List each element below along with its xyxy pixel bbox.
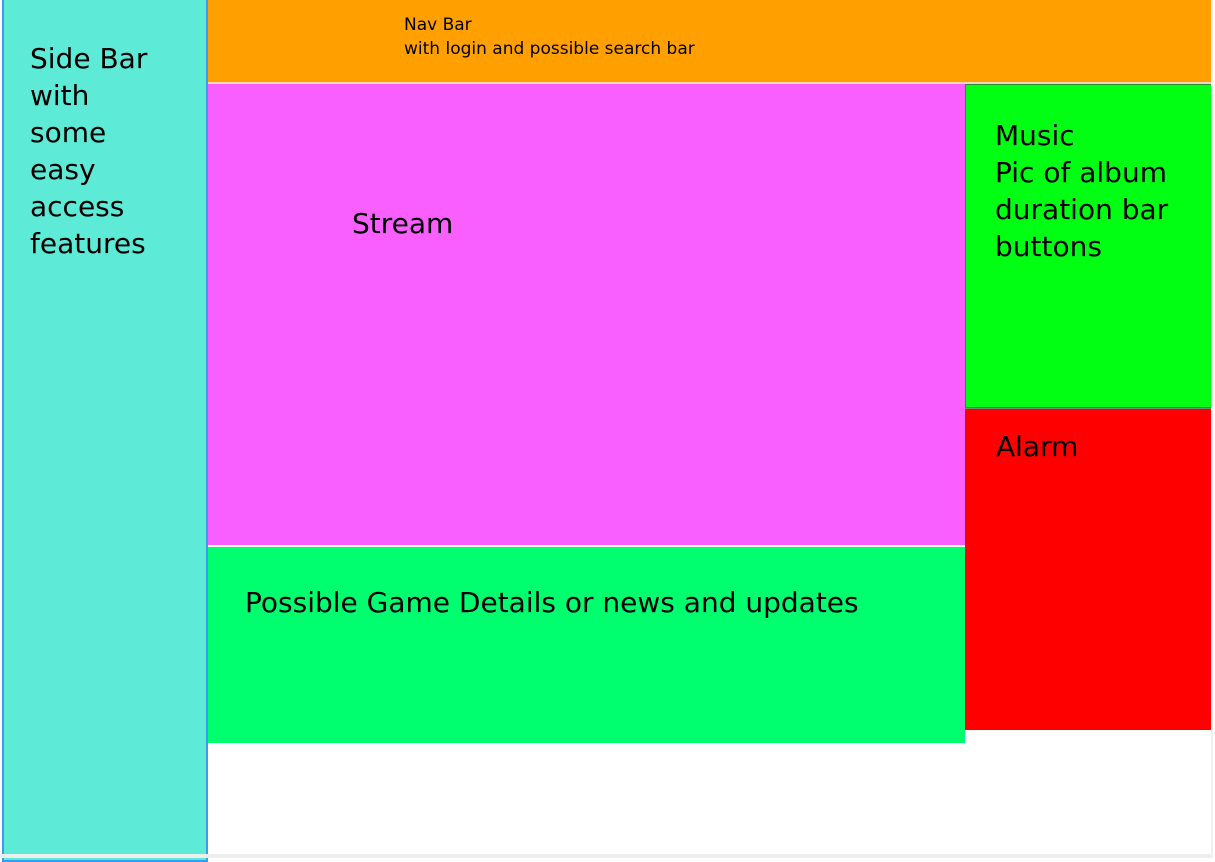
alarm-label: Alarm: [996, 430, 1079, 463]
navbar-region: Nav Bar with login and possible search b…: [208, 0, 1212, 83]
navbar-label: Nav Bar with login and possible search b…: [404, 13, 695, 61]
navbar-label-subtitle: with login and possible search bar: [404, 39, 695, 59]
stream-region: Stream: [208, 84, 965, 545]
alarm-region: Alarm: [965, 408, 1212, 730]
sidebar-label-line: with: [30, 79, 90, 112]
stream-label: Stream: [352, 207, 454, 240]
music-region: Music Pic of album duration bar buttons: [965, 84, 1212, 408]
music-label-line: buttons: [995, 230, 1102, 263]
sidebar-label-line: easy: [30, 153, 96, 186]
navbar-label-title: Nav Bar: [404, 15, 472, 35]
music-label-line: Pic of album: [995, 156, 1167, 189]
sidebar-label: Side Bar with some easy access features: [30, 40, 200, 262]
news-region: Possible Game Details or news and update…: [208, 546, 965, 743]
sidebar-label-line: access: [30, 190, 125, 223]
music-label-line: duration bar: [995, 193, 1169, 226]
music-label-line: Music: [995, 119, 1075, 152]
sidebar-label-line: features: [30, 227, 146, 260]
sidebar-label-line: some: [30, 116, 107, 149]
news-label: Possible Game Details or news and update…: [245, 586, 859, 619]
sidebar-label-line: Side Bar: [30, 42, 148, 75]
sidebar-region: Side Bar with some easy access features: [2, 0, 208, 862]
music-label: Music Pic of album duration bar buttons: [995, 117, 1168, 265]
